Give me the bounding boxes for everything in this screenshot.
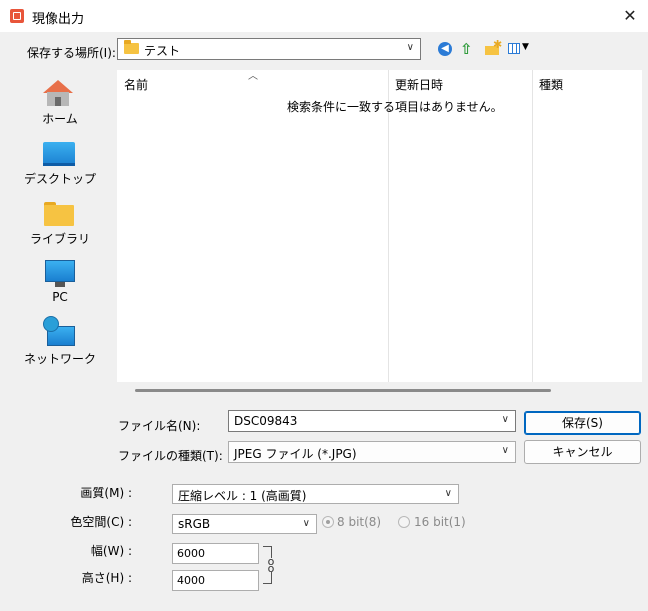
- folder-icon: [124, 40, 139, 54]
- file-type-dropdown[interactable]: JPEG ファイル (*.JPG) ∨: [228, 441, 516, 463]
- place-label: PC: [52, 290, 68, 304]
- empty-list-message: 検索条件に一致する項目はありません。: [287, 100, 503, 114]
- place-library[interactable]: ライブラリ: [17, 190, 103, 248]
- column-header-name[interactable]: 名前: [124, 76, 148, 93]
- places-bar: ホーム デスクトップ ライブラリ PC ネットワーク: [17, 70, 115, 382]
- pc-icon: [45, 260, 75, 287]
- caret-down-icon: ▼: [522, 42, 529, 52]
- app-icon: [10, 9, 24, 23]
- column-header-modified[interactable]: 更新日時: [395, 76, 443, 93]
- view-menu-button[interactable]: ▼: [507, 40, 529, 58]
- colorspace-dropdown[interactable]: sRGB ∨: [172, 514, 317, 534]
- place-label: ホーム: [42, 112, 78, 126]
- window-title: 現像出力: [32, 12, 85, 27]
- chain-link-icon[interactable]: oo: [267, 556, 275, 574]
- home-icon: [43, 80, 73, 106]
- chevron-down-icon: ∨: [444, 488, 452, 499]
- desktop-icon: [43, 142, 75, 166]
- place-network[interactable]: ネットワーク: [17, 310, 103, 368]
- save-button[interactable]: 保存(S): [524, 411, 641, 435]
- place-label: ライブラリ: [29, 232, 90, 246]
- bit16-radio[interactable]: [398, 516, 410, 528]
- place-home[interactable]: ホーム: [17, 70, 103, 128]
- save-location-label: 保存する場所(I):: [27, 46, 116, 60]
- close-button[interactable]: ✕: [612, 0, 648, 32]
- cancel-button[interactable]: キャンセル: [524, 440, 641, 464]
- bit8-radio[interactable]: [322, 516, 334, 528]
- quality-value: 圧縮レベル : 1 (高画質): [178, 489, 307, 503]
- horizontal-scrollbar[interactable]: [135, 389, 551, 392]
- colorspace-label: 色空間(C) :: [70, 515, 132, 529]
- export-dialog: 現像出力 ✕ 保存する場所(I): テスト ∨ ◀ ⇧ ✱ ▼ ホーム デスクト…: [0, 0, 648, 611]
- chevron-down-icon: ∨: [501, 445, 509, 456]
- file-type-value: JPEG ファイル (*.JPG): [234, 447, 357, 461]
- up-folder-button[interactable]: ⇧: [460, 40, 478, 58]
- colorspace-value: sRGB: [178, 517, 211, 531]
- save-location-value: テスト: [144, 44, 181, 58]
- bit8-label: 8 bit(8): [337, 515, 382, 529]
- file-list[interactable]: ︿ 名前 更新日時 種類 検索条件に一致する項目はありません。: [117, 70, 642, 382]
- chevron-down-icon[interactable]: ∨: [502, 414, 509, 425]
- column-header-type[interactable]: 種類: [539, 76, 563, 93]
- place-pc[interactable]: PC: [17, 250, 103, 308]
- width-label: 幅(W) :: [90, 544, 132, 558]
- place-label: ネットワーク: [23, 352, 96, 366]
- new-folder-button[interactable]: ✱: [484, 38, 502, 58]
- place-desktop[interactable]: デスクトップ: [17, 130, 103, 188]
- width-input[interactable]: 6000: [172, 543, 259, 564]
- chevron-down-icon: ∨: [406, 42, 414, 53]
- height-value: 4000: [177, 574, 205, 587]
- chevron-down-icon: ∨: [302, 518, 310, 529]
- view-grid-icon: [508, 43, 520, 54]
- file-name-label: ファイル名(N):: [118, 419, 201, 433]
- height-label: 高さ(H) :: [81, 571, 132, 585]
- network-icon: [43, 316, 75, 348]
- file-type-label: ファイルの種類(T):: [118, 449, 223, 463]
- file-name-value: DSC09843: [234, 414, 298, 428]
- sort-ascending-icon: ︿: [248, 71, 258, 82]
- width-value: 6000: [177, 547, 205, 560]
- quality-label: 画質(M) :: [80, 486, 132, 500]
- library-icon: [44, 202, 74, 226]
- back-button[interactable]: ◀: [436, 40, 454, 58]
- up-arrow-icon: ⇧: [460, 40, 473, 58]
- height-input[interactable]: 4000: [172, 570, 259, 591]
- bit16-label: 16 bit(1): [414, 515, 466, 529]
- back-arrow-icon: ◀: [438, 42, 452, 56]
- quality-dropdown[interactable]: 圧縮レベル : 1 (高画質) ∨: [172, 484, 459, 504]
- title-bar: 現像出力 ✕: [0, 0, 648, 32]
- save-location-dropdown[interactable]: テスト ∨: [117, 38, 421, 60]
- place-label: デスクトップ: [23, 172, 96, 186]
- file-name-input[interactable]: DSC09843 ∨: [228, 410, 516, 432]
